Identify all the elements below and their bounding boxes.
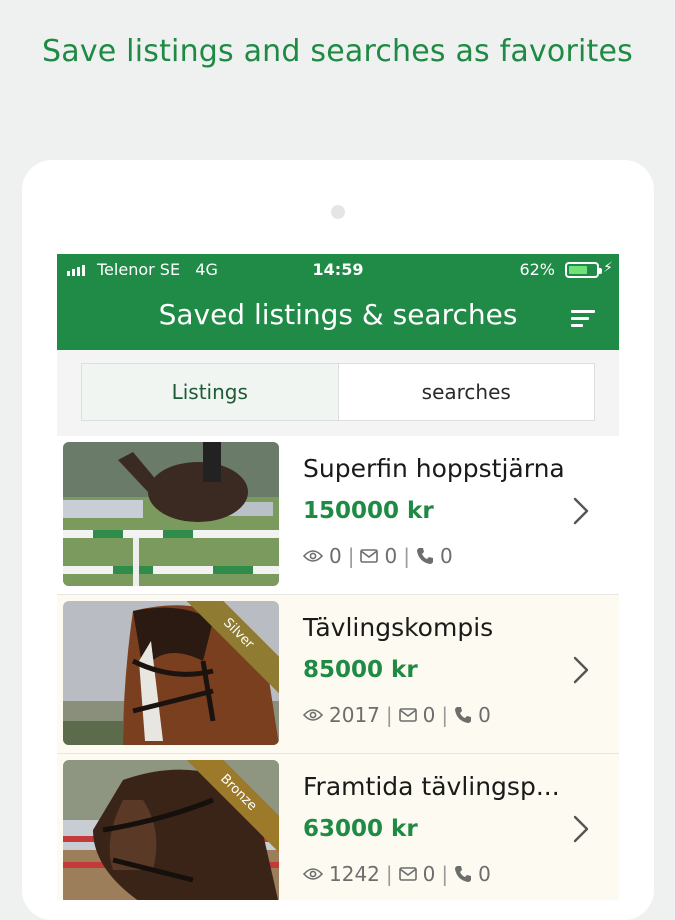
listing-stats: 1242 | 0 | 0 <box>303 862 491 886</box>
headline: Save listings and searches as favorites <box>42 34 633 69</box>
phone-screen: Telenor SE 4G 14:59 62% ⚡ Saved listings… <box>57 254 619 900</box>
mail-icon <box>360 549 379 563</box>
tab-listings[interactable]: Listings <box>82 364 339 420</box>
views-count: 0 <box>329 544 342 568</box>
listing-item[interactable]: Bronze Framtida tävlingsp... 63000 kr 12… <box>57 754 619 900</box>
app-bar: Telenor SE 4G 14:59 62% ⚡ Saved listings… <box>57 254 619 350</box>
status-bar: Telenor SE 4G 14:59 62% ⚡ <box>57 254 619 288</box>
calls-count: 0 <box>439 544 453 568</box>
listing-price: 63000 kr <box>303 816 418 842</box>
chevron-right-icon <box>573 656 589 684</box>
tablet-camera <box>331 205 345 219</box>
segmented-tabs: Listings searches <box>81 363 595 421</box>
page-title: Saved listings & searches <box>158 298 518 331</box>
eye-icon <box>303 868 323 880</box>
listing-stats: 2017 | 0 | 0 <box>303 703 491 727</box>
eye-icon <box>303 709 323 721</box>
listing-item[interactable]: Silver Tävlingskompis 85000 kr 2017 | 0 … <box>57 595 619 754</box>
views-count: 1242 <box>329 862 380 886</box>
tab-searches[interactable]: searches <box>339 364 595 420</box>
listing-price: 150000 kr <box>303 498 434 524</box>
listing-stats: 0 | 0 | 0 <box>303 544 453 568</box>
listing-photo: Silver <box>63 601 279 745</box>
battery-icon <box>565 262 602 278</box>
tab-bar-container: Listings searches <box>57 350 619 436</box>
listing-price: 85000 kr <box>303 657 418 683</box>
mail-icon <box>398 708 417 722</box>
phone-icon <box>416 548 433 564</box>
battery-percent: 62% <box>519 260 555 279</box>
chevron-right-icon <box>573 497 589 525</box>
calls-count: 0 <box>478 703 491 727</box>
charging-icon: ⚡ <box>603 260 613 276</box>
messages-count: 0 <box>422 703 436 727</box>
chevron-right-icon <box>573 815 589 843</box>
views-count: 2017 <box>329 703 380 727</box>
messages-count: 0 <box>384 544 398 568</box>
listing-title: Superfin hoppstjärna <box>303 454 565 483</box>
calls-count: 0 <box>478 862 491 886</box>
listing-title: Framtida tävlingsp... <box>303 772 560 801</box>
listing-item[interactable]: Superfin hoppstjärna 150000 kr 0 | 0 | 0 <box>57 436 619 595</box>
listing-photo <box>63 442 279 586</box>
messages-count: 0 <box>422 862 436 886</box>
phone-icon <box>455 707 472 723</box>
phone-icon <box>455 866 472 882</box>
sort-icon[interactable] <box>571 308 595 328</box>
listing-list: Superfin hoppstjärna 150000 kr 0 | 0 | 0 <box>57 436 619 900</box>
listing-title: Tävlingskompis <box>303 613 494 642</box>
mail-icon <box>398 867 417 881</box>
listing-photo: Bronze <box>63 760 279 900</box>
eye-icon <box>303 550 323 562</box>
